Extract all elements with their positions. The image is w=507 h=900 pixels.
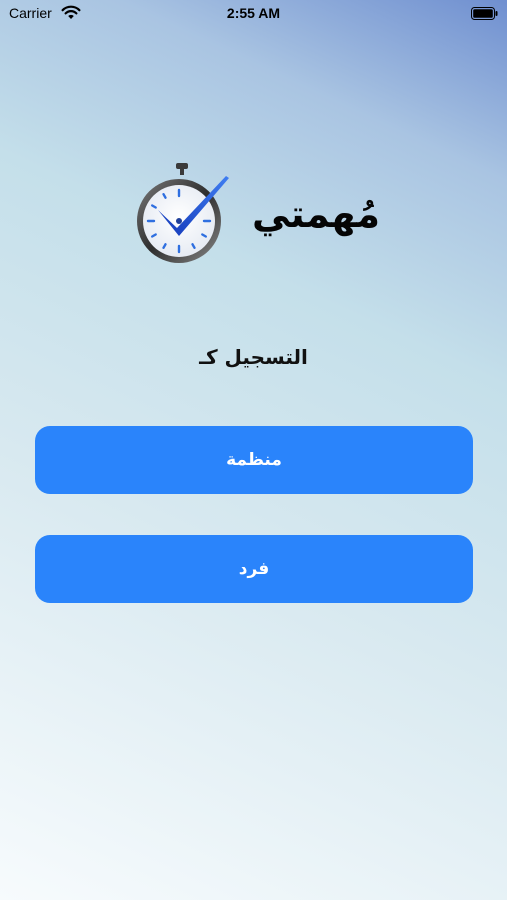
- stopwatch-check-icon: [137, 163, 229, 263]
- status-time: 2:55 AM: [226, 5, 281, 21]
- register-individual-button[interactable]: فرد: [35, 535, 473, 603]
- battery-icon: [471, 7, 498, 20]
- register-organization-button[interactable]: منظمة: [35, 426, 473, 494]
- app-title: مُهمتي: [251, 192, 381, 236]
- status-bar: Carrier 2:55 AM: [0, 0, 507, 28]
- register-as-heading: التسجيل كـ: [199, 345, 308, 369]
